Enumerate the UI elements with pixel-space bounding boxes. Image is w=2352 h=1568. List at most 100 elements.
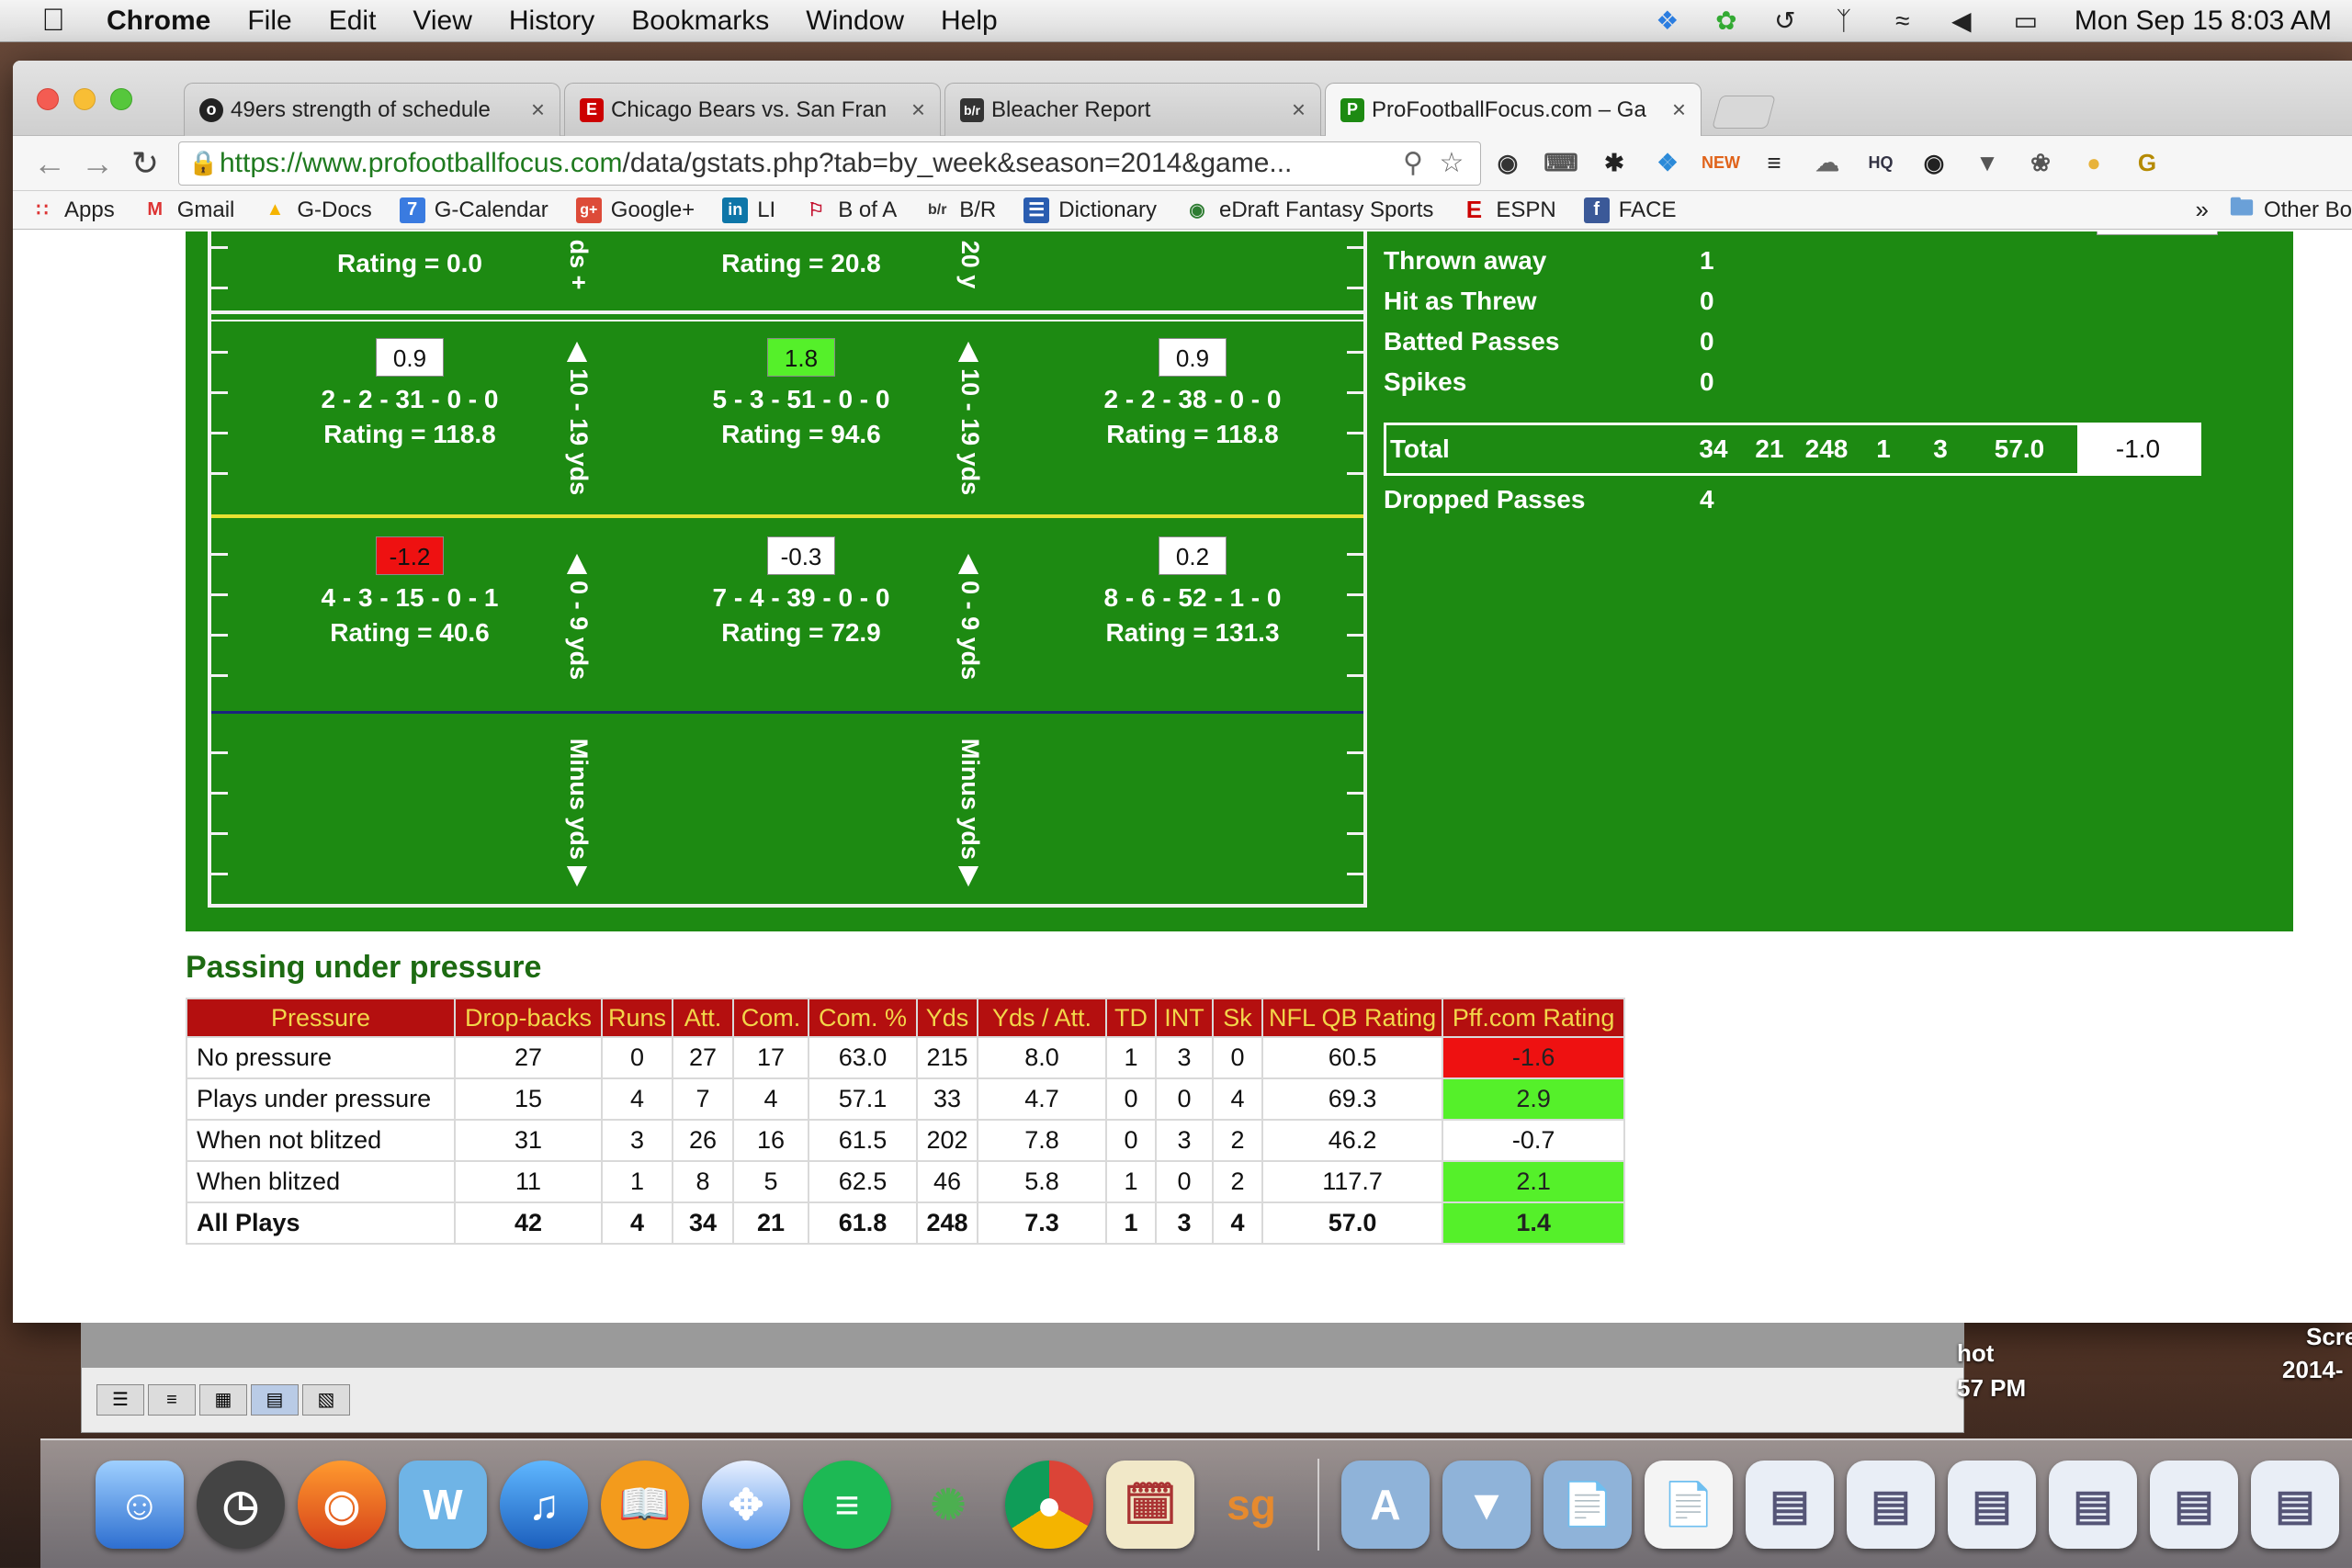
- color-picker-extension-icon[interactable]: ◉: [1481, 141, 1534, 186]
- word-icon[interactable]: W: [399, 1460, 487, 1549]
- minimized-window-thumbnail[interactable]: ▤: [2049, 1460, 2137, 1549]
- column-header[interactable]: Com. %: [808, 998, 919, 1038]
- buffer-extension-icon[interactable]: ≡: [1747, 141, 1801, 186]
- dropbox-icon[interactable]: ❖: [1652, 6, 1683, 35]
- column-header[interactable]: Yds: [916, 998, 979, 1038]
- cover-flow-view-button[interactable]: ▤: [251, 1384, 299, 1416]
- spotify-icon[interactable]: ≡: [803, 1460, 891, 1549]
- puzzle-extension-icon[interactable]: ✱: [1588, 141, 1641, 186]
- zone-cell-short-right[interactable]: 0.2 8 - 6 - 52 - 1 - 0 Rating = 131.3: [1018, 536, 1367, 650]
- calendar-app-icon[interactable]: 🗓: [1106, 1460, 1194, 1549]
- desktop-file-label[interactable]: hot: [1957, 1339, 1994, 1368]
- bluetooth-icon[interactable]: ᛉ: [1828, 6, 1860, 35]
- zone-cell-deep-left[interactable]: 0.9 2 - 2 - 31 - 0 - 0 Rating = 118.8: [235, 338, 584, 452]
- firefox-icon[interactable]: ◉: [298, 1460, 386, 1549]
- background-finder-window[interactable]: ☰ ≡ ▦ ▤ ▧: [81, 1323, 1964, 1433]
- cloud-extension-icon[interactable]: ☁: [1801, 141, 1854, 186]
- applications-folder-icon[interactable]: A: [1341, 1460, 1430, 1549]
- bookmark-br[interactable]: b/r B/R: [924, 197, 996, 223]
- tab-profootballfocus[interactable]: P ProFootballFocus.com – Ga ×: [1325, 83, 1702, 136]
- owl-extension-icon[interactable]: ◉: [1907, 141, 1961, 186]
- news-extension-icon[interactable]: NEW: [1694, 141, 1747, 186]
- bookmark-apps[interactable]: ∷ Apps: [29, 197, 115, 223]
- reload-icon[interactable]: ↻: [121, 140, 169, 187]
- keyboard-extension-icon[interactable]: ⌨: [1534, 141, 1588, 186]
- url-text[interactable]: https://www.profootballfocus.com/data/gs…: [220, 148, 1394, 179]
- minimized-window-thumbnail[interactable]: ▤: [1948, 1460, 2036, 1549]
- forward-arrow-icon[interactable]: →: [74, 140, 121, 187]
- column-header[interactable]: Sk: [1212, 998, 1264, 1038]
- column-header[interactable]: Com.: [732, 998, 810, 1038]
- zoom-magnifier-icon[interactable]: ⚲: [1394, 147, 1432, 179]
- bookmark-other[interactable]: 🖿 Other Bo: [2229, 193, 2352, 223]
- tab-bears-vs-sf[interactable]: E Chicago Bears vs. San Fran ×: [564, 83, 941, 136]
- back-arrow-icon[interactable]: ←: [26, 140, 74, 187]
- zoom-window-button[interactable]: [110, 88, 132, 110]
- pocket-extension-icon[interactable]: ▼: [1961, 141, 2014, 186]
- menu-app-name[interactable]: Chrome: [107, 6, 210, 37]
- column-header[interactable]: TD: [1105, 998, 1158, 1038]
- lock-icon[interactable]: 🔒: [188, 149, 220, 177]
- bookmark-face[interactable]: f FACE: [1583, 197, 1676, 223]
- bookmark-dictionary[interactable]: ☰ Dictionary: [1023, 197, 1157, 223]
- g-extension-icon[interactable]: G: [2120, 141, 2174, 186]
- desktop-file-label[interactable]: 2014-: [2282, 1356, 2344, 1384]
- zone-cell-deep-middle[interactable]: 1.8 5 - 3 - 51 - 0 - 0 Rating = 94.6: [627, 338, 976, 452]
- desktop-file-label[interactable]: 57 PM: [1957, 1374, 2026, 1403]
- close-tab-icon[interactable]: ×: [1672, 96, 1686, 124]
- feedly-extension-icon[interactable]: ❖: [1641, 141, 1694, 186]
- bookmark-bofa[interactable]: ⚐ B of A: [803, 197, 897, 223]
- bookmark-gdocs[interactable]: ▲ G-Docs: [262, 197, 371, 223]
- bookmark-edraft[interactable]: ◉ eDraft Fantasy Sports: [1184, 197, 1433, 223]
- leaf-extension-icon[interactable]: ❀: [2014, 141, 2067, 186]
- bookmark-star-icon[interactable]: ☆: [1432, 147, 1471, 179]
- column-header[interactable]: Pff.com Rating: [1442, 998, 1626, 1038]
- dashboard-icon[interactable]: ◷: [197, 1460, 285, 1549]
- address-bar[interactable]: 🔒 https://www.profootballfocus.com/data/…: [178, 141, 1481, 186]
- close-tab-icon[interactable]: ×: [531, 96, 545, 124]
- column-header[interactable]: NFL QB Rating: [1261, 998, 1444, 1038]
- new-tab-button[interactable]: [1712, 96, 1776, 129]
- sg-app-icon[interactable]: sg: [1207, 1461, 1295, 1549]
- minimized-window-thumbnail[interactable]: ▤: [1746, 1460, 1834, 1549]
- apple-menu-icon[interactable]: : [26, 3, 81, 39]
- column-header[interactable]: Runs: [600, 998, 674, 1038]
- icon-view-button[interactable]: ☰: [96, 1384, 144, 1416]
- bookmarks-overflow-chevron-icon[interactable]: »: [2195, 196, 2208, 224]
- cloudhq-extension-icon[interactable]: HQ: [1854, 141, 1907, 186]
- bookmark-gmail[interactable]: M Gmail: [142, 197, 234, 223]
- bookmark-espn[interactable]: E ESPN: [1461, 196, 1556, 223]
- column-header[interactable]: Att.: [672, 998, 735, 1038]
- minimize-window-button[interactable]: [74, 88, 96, 110]
- menu-history[interactable]: History: [509, 6, 594, 37]
- close-tab-icon[interactable]: ×: [1292, 96, 1306, 124]
- safari-icon[interactable]: ✥: [702, 1460, 790, 1549]
- bookmark-gcalendar[interactable]: 7 G-Calendar: [399, 197, 548, 223]
- minimized-window-thumbnail[interactable]: ▤: [1847, 1460, 1935, 1549]
- close-tab-icon[interactable]: ×: [911, 96, 925, 124]
- chrome-icon[interactable]: ●: [1005, 1460, 1093, 1549]
- minimized-window-thumbnail[interactable]: ▤: [2251, 1460, 2339, 1549]
- volume-icon[interactable]: ◀: [1946, 6, 1977, 35]
- zone-cell-deep-right[interactable]: 0.9 2 - 2 - 38 - 0 - 0 Rating = 118.8: [1018, 338, 1367, 452]
- ibooks-icon[interactable]: 📖: [601, 1460, 689, 1549]
- column-header[interactable]: INT: [1155, 998, 1215, 1038]
- column-header[interactable]: Pressure: [186, 998, 456, 1038]
- zone-cell-short-left[interactable]: -1.2 4 - 3 - 15 - 0 - 1 Rating = 40.6: [235, 536, 584, 650]
- menu-window[interactable]: Window: [806, 6, 904, 37]
- column-view-button[interactable]: ▦: [199, 1384, 247, 1416]
- honey-extension-icon[interactable]: ●: [2067, 141, 2120, 186]
- document-icon[interactable]: 📄: [1645, 1460, 1733, 1549]
- downloads-folder-icon[interactable]: ▼: [1442, 1460, 1531, 1549]
- close-window-button[interactable]: [37, 88, 59, 110]
- menu-view[interactable]: View: [413, 6, 471, 37]
- tab-49ers-schedule[interactable]: o 49ers strength of schedule ×: [184, 83, 560, 136]
- menu-bookmarks[interactable]: Bookmarks: [631, 6, 769, 37]
- wifi-icon[interactable]: ≈: [1887, 6, 1918, 35]
- documents-folder-icon[interactable]: 📄: [1544, 1460, 1632, 1549]
- menu-help[interactable]: Help: [941, 6, 998, 37]
- bookmark-google-plus[interactable]: g+ Google+: [575, 197, 695, 223]
- menu-edit[interactable]: Edit: [329, 6, 377, 37]
- tab-bleacher-report[interactable]: b/r Bleacher Report ×: [944, 83, 1321, 136]
- battery-icon[interactable]: ▭: [2005, 6, 2047, 35]
